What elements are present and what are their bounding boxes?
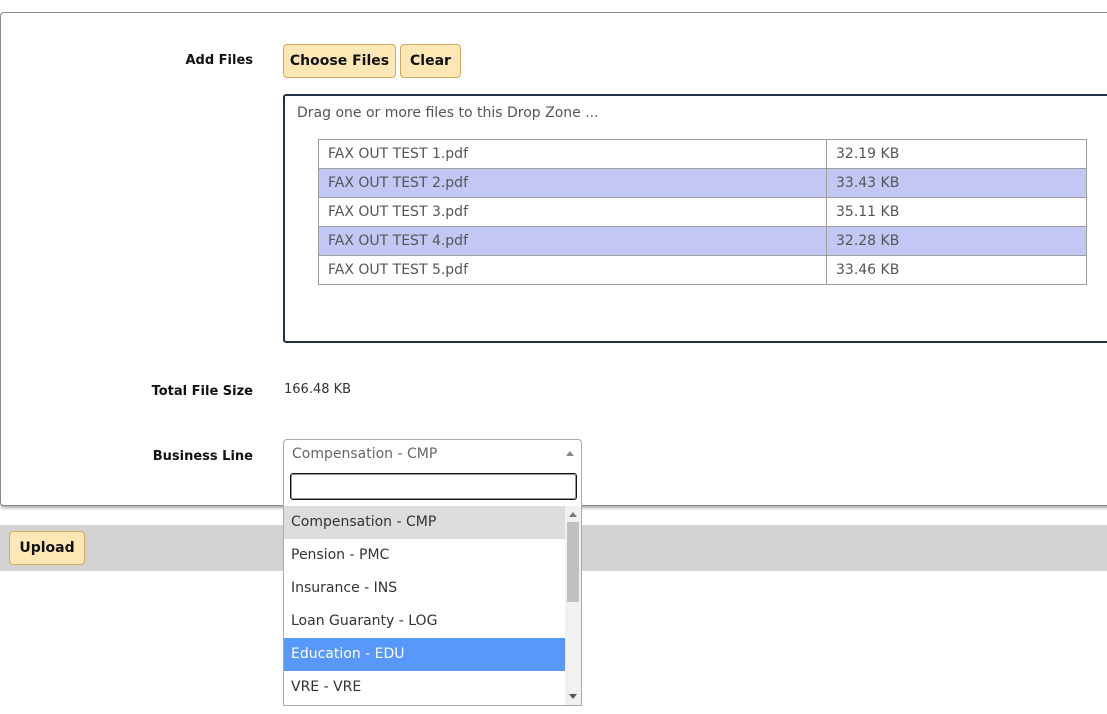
business-line-option[interactable]: Pension - PMC bbox=[284, 539, 565, 572]
business-line-option[interactable]: VRE - VRE bbox=[284, 671, 565, 704]
business-line-option[interactable]: Loan Guaranty - LOG bbox=[284, 605, 565, 638]
file-size-cell: 32.28 KB bbox=[826, 226, 1087, 256]
file-size-cell: 35.11 KB bbox=[826, 197, 1087, 227]
file-row[interactable]: FAX OUT TEST 5.pdf 33.46 KB bbox=[318, 255, 1087, 285]
scroll-thumb[interactable] bbox=[567, 522, 579, 602]
scroll-down-arrow-icon[interactable] bbox=[569, 694, 577, 699]
caret-up-icon bbox=[566, 451, 574, 456]
file-size-cell: 33.43 KB bbox=[826, 168, 1087, 198]
add-files-label: Add Files bbox=[185, 53, 253, 68]
file-row[interactable]: FAX OUT TEST 1.pdf 32.19 KB bbox=[318, 139, 1087, 169]
scroll-up-arrow-icon[interactable] bbox=[569, 512, 577, 517]
file-row[interactable]: FAX OUT TEST 2.pdf 33.43 KB bbox=[318, 168, 1087, 198]
file-size-cell: 33.46 KB bbox=[826, 255, 1087, 285]
business-line-option[interactable]: Education - EDU bbox=[284, 638, 565, 671]
file-drop-zone[interactable]: Drag one or more files to this Drop Zone… bbox=[283, 94, 1107, 343]
file-row[interactable]: FAX OUT TEST 3.pdf 35.11 KB bbox=[318, 197, 1087, 227]
total-file-size-value: 166.48 KB bbox=[284, 382, 352, 397]
clear-button[interactable]: Clear bbox=[400, 44, 461, 78]
business-line-label: Business Line bbox=[152, 449, 253, 464]
drop-zone-hint: Drag one or more files to this Drop Zone… bbox=[297, 105, 599, 121]
file-list-table: FAX OUT TEST 1.pdf 32.19 KB FAX OUT TEST 2… bbox=[318, 139, 1087, 285]
file-name-cell: FAX OUT TEST 4.pdf bbox=[318, 226, 827, 256]
business-line-selected-value: Compensation - CMP bbox=[292, 446, 438, 462]
file-size-cell: 32.19 KB bbox=[826, 139, 1087, 169]
business-line-option[interactable]: Compensation - CMP bbox=[284, 506, 565, 539]
file-name-cell: FAX OUT TEST 5.pdf bbox=[318, 255, 827, 285]
total-file-size-label: Total File Size bbox=[151, 384, 253, 399]
business-line-select[interactable]: Compensation - CMP bbox=[283, 439, 582, 468]
file-name-cell: FAX OUT TEST 2.pdf bbox=[318, 168, 827, 198]
file-row[interactable]: FAX OUT TEST 4.pdf 32.28 KB bbox=[318, 226, 1087, 256]
upload-button[interactable]: Upload bbox=[9, 531, 85, 565]
business-line-options: Compensation - CMP Pension - PMC Insurance… bbox=[284, 506, 565, 704]
business-line-dropdown: Compensation - CMP Pension - PMC Insurance… bbox=[283, 467, 582, 706]
choose-files-button[interactable]: Choose Files bbox=[283, 44, 396, 78]
file-name-cell: FAX OUT TEST 1.pdf bbox=[318, 139, 827, 169]
dropdown-scrollbar[interactable] bbox=[565, 506, 581, 705]
business-line-search-input[interactable] bbox=[290, 473, 577, 500]
file-name-cell: FAX OUT TEST 3.pdf bbox=[318, 197, 827, 227]
business-line-option[interactable]: Insurance - INS bbox=[284, 572, 565, 605]
